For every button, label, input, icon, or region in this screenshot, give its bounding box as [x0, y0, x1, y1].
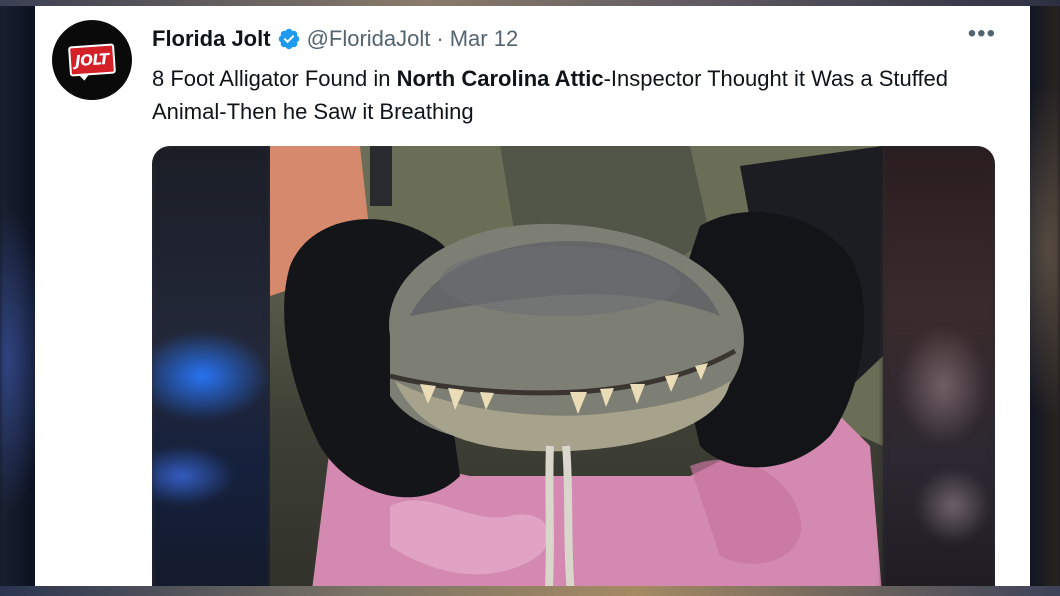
avatar-logo-text: JOLT — [74, 49, 110, 71]
alligator-photo[interactable] — [270, 146, 883, 586]
jolt-logo: JOLT — [68, 43, 116, 77]
user-handle[interactable]: @FloridaJolt — [307, 26, 431, 52]
verified-badge-icon[interactable] — [277, 27, 301, 51]
display-name[interactable]: Florida Jolt — [152, 26, 271, 52]
tweet-header: Florida Jolt @FloridaJolt · Mar 12 — [152, 26, 518, 52]
media-blur-right — [883, 146, 995, 586]
tweet-card[interactable]: JOLT Florida Jolt @FloridaJolt · Mar 12 … — [35, 6, 1030, 586]
tweet-text-part1: 8 Foot Alligator Found in — [152, 66, 397, 91]
post-date[interactable]: Mar 12 — [450, 26, 518, 52]
tweet-text: 8 Foot Alligator Found in North Carolina… — [152, 62, 1012, 128]
tweet-text-bold: North Carolina Attic — [396, 66, 604, 91]
avatar[interactable]: JOLT — [52, 20, 132, 100]
alligator-photo-drawing — [270, 146, 883, 586]
backdrop-bottom-strip — [0, 586, 1060, 596]
more-options-icon[interactable]: ••• — [968, 22, 996, 46]
header-separator: · — [436, 26, 444, 51]
tweet-media[interactable] — [152, 146, 995, 586]
media-blur-left — [152, 146, 270, 586]
